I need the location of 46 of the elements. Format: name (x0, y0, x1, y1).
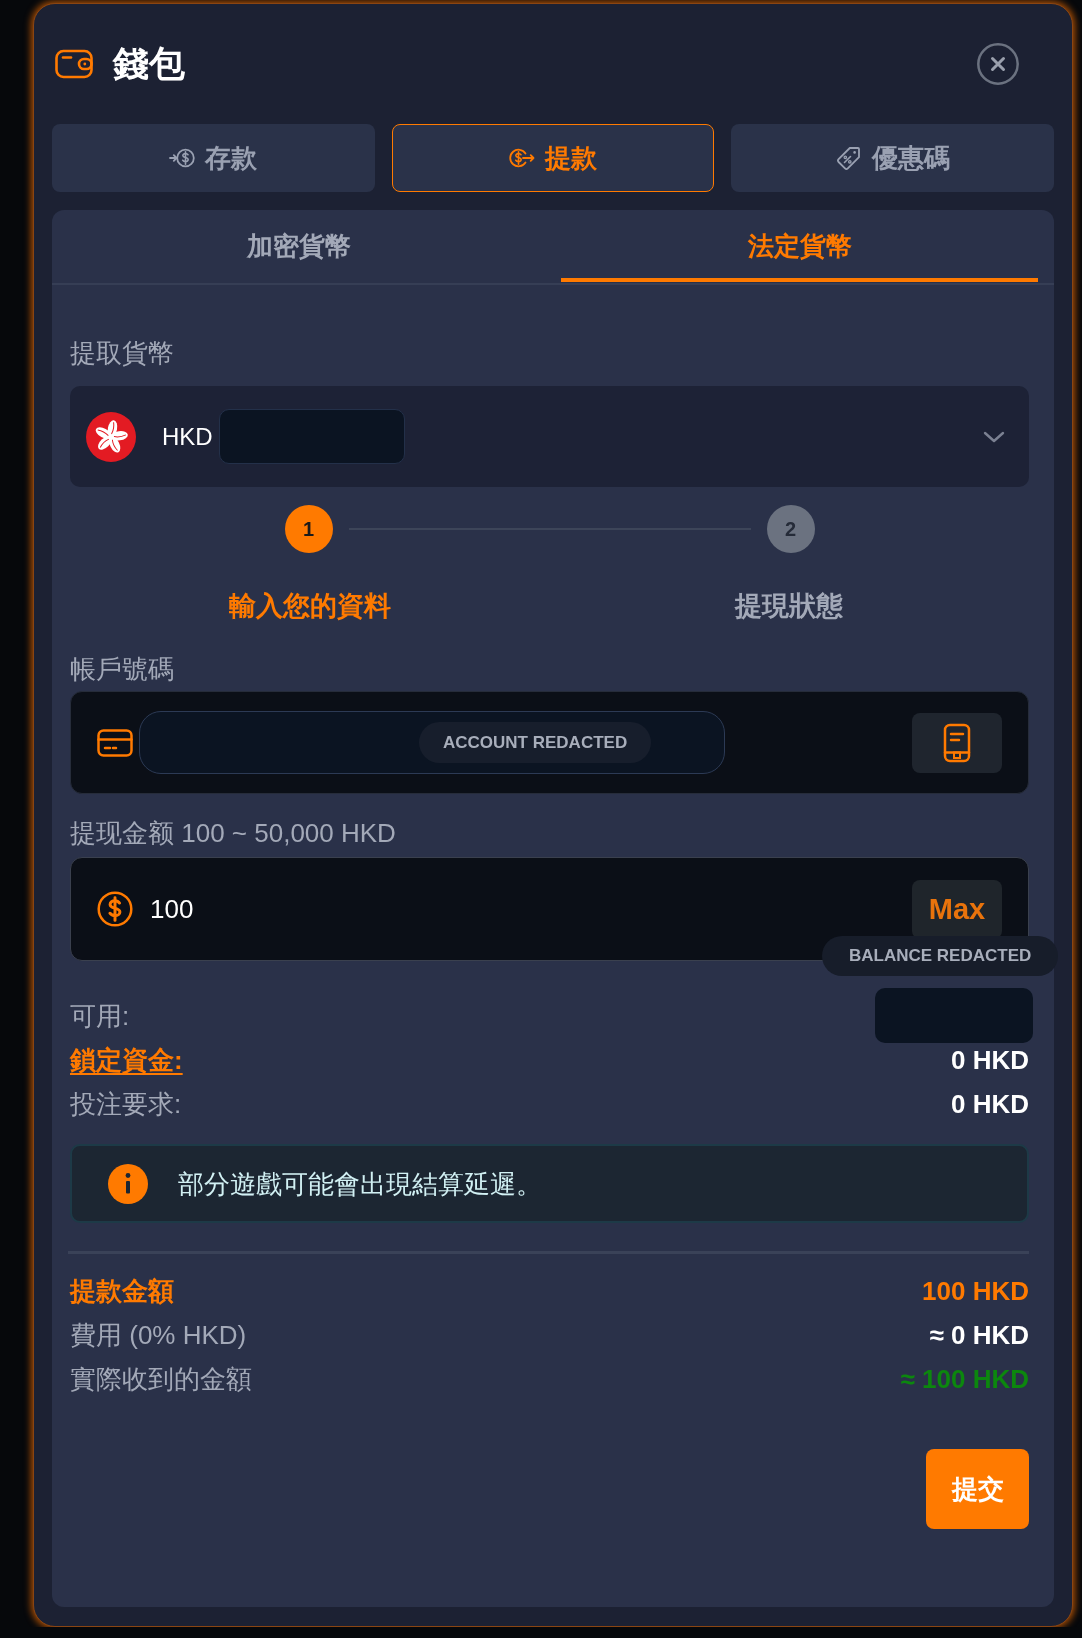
summary-label: 提款金額 (70, 1275, 174, 1307)
document-icon (943, 722, 971, 763)
currency-type-tab[interactable]: 法定貨幣 (561, 210, 1038, 282)
close-button[interactable] (977, 43, 1019, 85)
chevron-down-icon (983, 430, 1005, 443)
field-label: 帳戶號碼 (70, 653, 175, 686)
wallet-tab[interactable]: 提款 (391, 124, 715, 192)
max-button[interactable]: Max (912, 879, 1002, 939)
balance-label: 可用: (70, 1000, 130, 1032)
summary-value: ≈ 0 HKD (929, 1319, 1029, 1351)
tag-icon (835, 145, 862, 171)
wallet-tab[interactable]: 存款 (52, 124, 375, 192)
currency-code: HKD (162, 421, 213, 452)
currency-type-tab[interactable]: 加密貨幣 (60, 210, 537, 282)
card-icon (97, 728, 133, 757)
step-label: 輸入您的資料 (228, 590, 391, 623)
currency-select[interactable]: HKD (70, 386, 1029, 487)
flag-icon (86, 411, 136, 462)
step-label: 提現狀態 (735, 590, 844, 623)
redaction-label: BALANCE REDACTED (822, 936, 1059, 976)
info-icon (108, 1163, 148, 1204)
field-label: 提取貨幣 (70, 337, 175, 370)
notice-text: 部分遊戲可能會出現結算延遲。 (178, 1167, 542, 1200)
redaction-label: ACCOUNT REDACTED (419, 722, 652, 763)
field-label: 提现金额 100 ~ 50,000 HKD (70, 817, 397, 850)
dollar-coin-icon (97, 891, 133, 927)
summary-value: ≈ 100 HKD (900, 1363, 1029, 1395)
step-number: 1 (284, 505, 333, 553)
balance-label: 投注要求: (70, 1088, 182, 1120)
step-number: 2 (766, 505, 815, 553)
coin-arrow-icon (509, 146, 535, 170)
wallet-icon (55, 49, 93, 79)
summary-label: 實際收到的金額 (70, 1363, 252, 1395)
close-icon (977, 43, 1019, 85)
summary-label: 費用 (0% HKD) (70, 1319, 247, 1351)
arrow-coin-icon (169, 146, 196, 170)
dialog-title: 錢包 (113, 42, 185, 86)
locked-funds-link[interactable]: 鎖定資金: (70, 1044, 183, 1076)
amount-value: 100 (150, 893, 194, 925)
submit-button[interactable]: 提交 (926, 1449, 1029, 1529)
account-book-button[interactable] (912, 712, 1002, 773)
account-number-input[interactable]: ACCOUNT REDACTED (139, 711, 725, 774)
balance-value: 0 HKD (951, 1088, 1029, 1120)
wallet-tab[interactable]: 優惠碼 (731, 124, 1054, 192)
summary-value: 100 HKD (922, 1275, 1029, 1307)
balance-value: 0 HKD (951, 1044, 1029, 1076)
